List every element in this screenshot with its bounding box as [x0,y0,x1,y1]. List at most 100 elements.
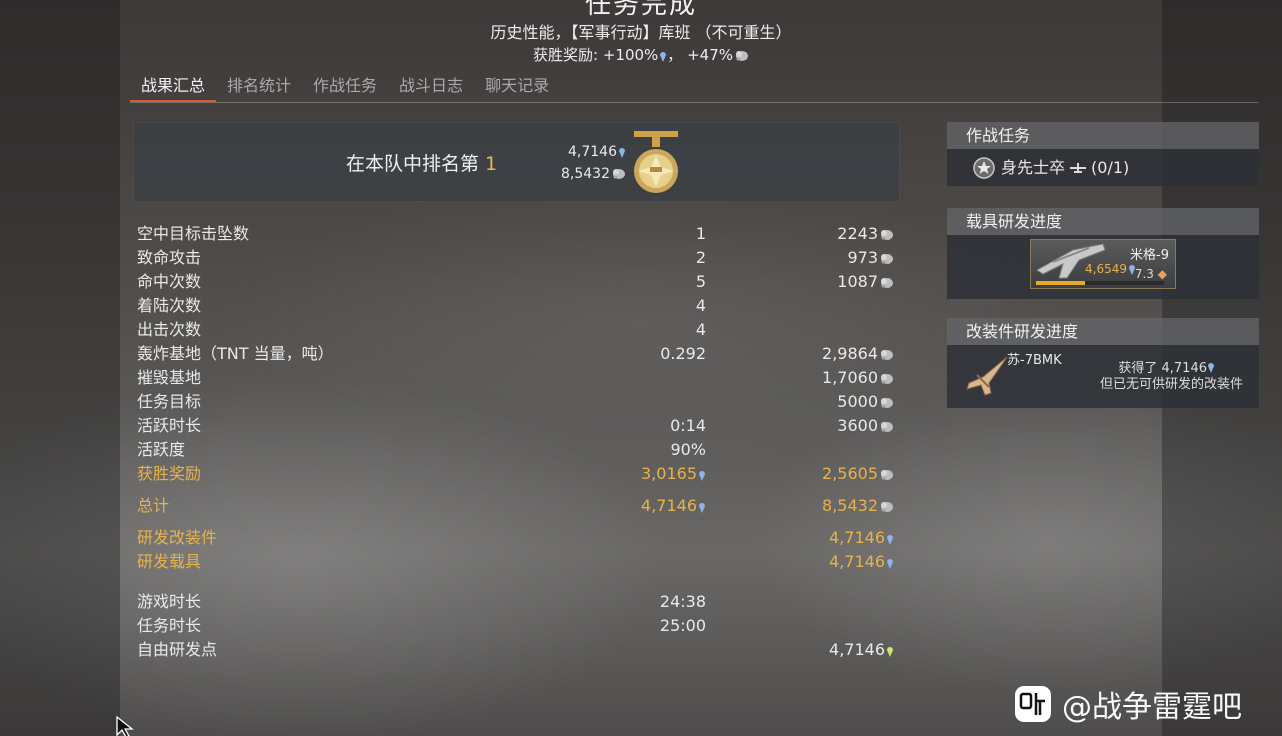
win-reward-label: 获胜奖励 [137,464,202,483]
mission-result-title: 任务完成 [584,0,697,20]
research-point-icon [618,146,626,158]
game-time-label: 游戏时长 [137,592,202,611]
mods-research-panel: 苏-7BMK 获得了 4,7146 但已无可供研发的改装件 [947,345,1259,408]
silver-lion-icon [879,373,894,385]
free-rp-icon [886,645,894,657]
stat-row-air-kills: 空中目标击坠数 1 2243 [137,222,902,246]
tasks-panel-title: 作战任务 [947,122,1259,149]
research-point-icon [886,557,894,569]
stat-sl-reward: 3600 [837,414,894,438]
silver-lion-icon [611,168,626,180]
vehicle-research-title: 载具研发进度 [947,208,1259,235]
free-rp-value: 4,7146 [829,638,894,662]
stat-label: 摧毁基地 [137,368,202,387]
stat-sl-reward: 2,9864 [822,342,894,366]
vehicle-research-progress-fill [1036,281,1085,285]
silver-lion-icon [734,50,749,62]
tab-ranking[interactable]: 排名统计 [216,66,302,102]
mouse-cursor-icon [116,716,134,736]
watermark: @战争雷霆吧 [1014,682,1242,726]
silver-lion-icon [879,469,894,481]
tab-summary[interactable]: 战果汇总 [130,66,217,102]
stat-row-sorties: 出击次数 4 [137,318,902,342]
team-rank-label: 在本队中排名第 [346,153,480,175]
stat-value: 2 [695,248,706,267]
silver-lion-icon [879,501,894,513]
plane-icon [1070,163,1087,173]
stat-value: 90% [670,440,706,459]
stat-label: 任务目标 [137,392,202,411]
stat-row-game-time: 游戏时长 24:38 [137,590,902,614]
task-progress: (0/1) [1091,158,1130,177]
stat-value: 0.292 [660,344,706,363]
win-reward-line: 获胜奖励: +100% ， +47% [0,44,1282,66]
total-label: 总计 [137,496,170,515]
mission-time-value: 25:00 [659,616,706,635]
stat-value: 5 [695,272,706,291]
stat-row-bases-destroyed: 摧毁基地 1,7060 [137,366,902,390]
stat-label: 着陆次数 [137,296,202,315]
vehicle-name: 米格-9 [1130,248,1169,263]
tab-battle-log[interactable]: 战斗日志 [388,66,474,102]
stat-label: 命中次数 [137,272,202,291]
research-point-icon [1207,361,1215,373]
stat-sl-reward: 1087 [837,270,894,294]
silver-lion-icon [879,253,894,265]
star-badge-icon [973,157,995,179]
team-rank-text: 在本队中排名第 1 [346,149,497,176]
stat-row-critical-hits: 致命攻击 2 973 [137,246,902,270]
stat-value: 4 [695,320,706,339]
mission-subtitle: 历史性能，【军事行动】库班 （不可重生） [490,23,792,42]
win-reward-rp: +100% [602,46,659,64]
stat-row-research-vehicle: 研发载具 4,7146 [137,550,902,574]
stats-table: 空中目标击坠数 1 2243 致命攻击 2 973 命中次数 5 1087 着陆… [137,222,902,662]
silver-lion-icon [879,349,894,361]
mod-none-message: 但已无可供研发的改装件 [1099,377,1243,392]
mission-time-label: 任务时长 [137,616,202,635]
stat-row-mission-objectives: 任务目标 5000 [137,390,902,414]
task-name: 身先士卒 [1001,158,1066,177]
stat-row-activity: 活跃度 90% [137,438,902,462]
free-rp-label: 自由研发点 [137,640,218,659]
stat-row-win-reward: 获胜奖励 3,0165 2,5605 [137,462,902,486]
vehicle-card[interactable]: 米格-9 4,6549 7.3 ◆ [1030,239,1176,289]
result-tabs: 战果汇总 排名统计 作战任务 战斗日志 聊天记录 [130,66,1258,103]
vehicle-rp: 4,6549 [1085,262,1136,276]
stat-sl-reward: 973 [847,246,894,270]
stat-row-free-rp: 自由研发点 4,7146 [137,638,902,662]
team-rank-place: 1 [485,153,498,175]
stat-sl-reward: 5000 [837,390,894,414]
stat-label: 致命攻击 [137,248,202,267]
stat-row-research-mods: 研发改装件 4,7146 [137,526,902,550]
task-item[interactable]: 身先士卒 (0/1) [947,149,1259,183]
win-reward-sl: +47% [687,46,733,64]
background-shade-left [0,0,120,736]
rank-rewards: 4,7146 8,5432 [542,141,626,185]
medal-icon [634,131,678,193]
silver-lion-icon [879,277,894,289]
silver-lion-icon [879,229,894,241]
total-rp-value: 4,7146 [641,494,706,518]
team-rank-box: 在本队中排名第 1 4,7146 8,5432 [133,122,900,202]
stat-label: 轰炸基地（TNT 当量，吨） [137,344,334,363]
stat-value: 4 [695,296,706,315]
stat-value: 1 [695,224,706,243]
research-vehicle-label: 研发载具 [137,552,202,571]
stat-row-hits: 命中次数 5 1087 [137,270,902,294]
plane-icon [966,356,1008,396]
stat-sl-reward: 2243 [837,222,894,246]
silver-lion-icon [879,397,894,409]
tieba-logo-icon [1015,686,1051,722]
stat-row-landings: 着陆次数 4 [137,294,902,318]
tab-missions[interactable]: 作战任务 [302,66,388,102]
stat-label: 出击次数 [137,320,202,339]
tasks-panel: 身先士卒 (0/1) [947,149,1259,186]
research-mods-label: 研发改装件 [137,528,218,547]
research-vehicle-rp: 4,7146 [829,550,894,574]
stat-label: 活跃时长 [137,416,202,435]
tab-chat-log[interactable]: 聊天记录 [474,66,560,102]
stat-label: 空中目标击坠数 [137,224,250,243]
research-point-icon [698,501,706,513]
win-reward-sl-value: 2,5605 [822,462,894,486]
win-reward-prefix: 获胜奖励: [532,46,599,64]
